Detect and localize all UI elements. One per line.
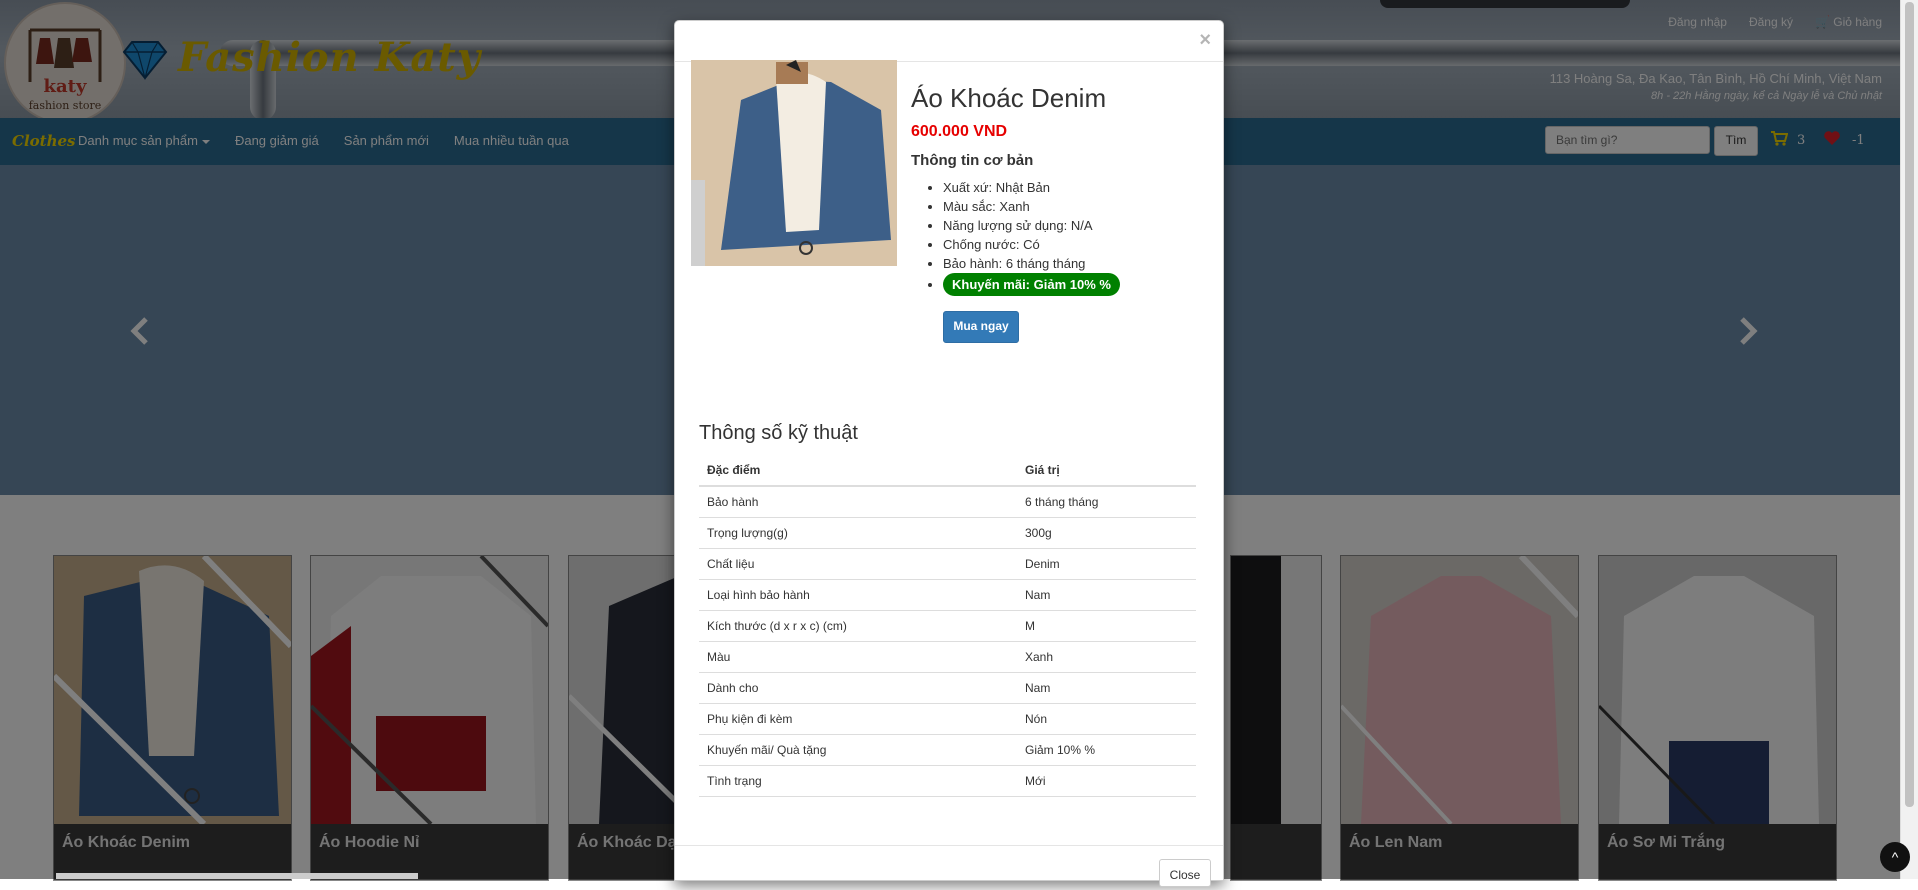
spec-value: Nam — [1017, 579, 1196, 611]
spec-value: Giảm 10% % — [1017, 734, 1196, 766]
spec-table: Đặc điểm Giá trị Bảo hành 6 tháng tháng T… — [699, 455, 1196, 797]
product-price: 600.000 VND — [911, 123, 1008, 140]
basic-info-item: Chống nước: Có — [943, 235, 1120, 254]
basic-info-item: Màu sắc: Xanh — [943, 197, 1120, 216]
product-detail-modal: × Áo Khoác Denim 600.000 VND Thông tin c… — [674, 20, 1224, 887]
spec-feature: Kích thước (d x r x c) (cm) — [699, 610, 1017, 642]
basic-info-item-promo: Khuyến mãi: Giảm 10% % — [943, 273, 1120, 296]
spec-row: Bảo hành 6 tháng tháng — [699, 486, 1196, 518]
basic-info-item: Bảo hành: 6 tháng tháng — [943, 254, 1120, 273]
spec-value: Denim — [1017, 548, 1196, 580]
scrollbar-thumb[interactable] — [1905, 2, 1914, 807]
spec-value: Nam — [1017, 672, 1196, 704]
spec-row: Phụ kiện đi kèm Nón — [699, 703, 1196, 735]
spec-row: Màu Xanh — [699, 641, 1196, 673]
spec-row: Trọng lượng(g) 300g — [699, 517, 1196, 549]
spec-row: Khuyến mãi/ Quà tặng Giảm 10% % — [699, 734, 1196, 766]
spec-feature: Dành cho — [699, 672, 1017, 704]
spec-row: Chất liệu Denim — [699, 548, 1196, 580]
close-button[interactable]: Close — [1159, 859, 1211, 887]
spec-feature: Màu — [699, 641, 1017, 673]
product-detail-image — [691, 60, 897, 266]
spec-title: Thông số kỹ thuật — [699, 422, 858, 444]
bottom-scroll-hint — [56, 873, 418, 879]
buy-now-button[interactable]: Mua ngay — [943, 311, 1019, 343]
spec-header-value: Giá trị — [1017, 455, 1196, 487]
close-icon[interactable]: × — [1199, 29, 1211, 52]
spec-feature: Loại hình bảo hành — [699, 579, 1017, 611]
spec-header-feature: Đặc điểm — [699, 455, 1017, 487]
basic-info-list: Xuất xứ: Nhật Bản Màu sắc: Xanh Năng lượ… — [927, 178, 1120, 296]
spec-value: Xanh — [1017, 641, 1196, 673]
spec-value: 300g — [1017, 517, 1196, 549]
spec-row: Tình trạng Mới — [699, 765, 1196, 797]
spec-feature: Bảo hành — [699, 486, 1017, 518]
page-scrollbar[interactable] — [1900, 0, 1918, 879]
spec-value: 6 tháng tháng — [1017, 486, 1196, 518]
basic-info-item: Năng lượng sử dụng: N/A — [943, 216, 1120, 235]
spec-row: Kích thước (d x r x c) (cm) M — [699, 610, 1196, 642]
spec-feature: Phụ kiện đi kèm — [699, 703, 1017, 735]
chat-widget-icon[interactable]: ^ — [1880, 842, 1910, 872]
product-name: Áo Khoác Denim — [911, 83, 1107, 113]
spec-feature: Trọng lượng(g) — [699, 517, 1017, 549]
spec-feature: Chất liệu — [699, 548, 1017, 580]
modal-header: × — [675, 21, 1223, 62]
jacket-image — [691, 60, 897, 266]
basic-info-item: Xuất xứ: Nhật Bản — [943, 178, 1120, 197]
spec-header-row: Đặc điểm Giá trị — [699, 455, 1196, 487]
basic-info-title: Thông tin cơ bản — [911, 152, 1034, 169]
promo-badge: Khuyến mãi: Giảm 10% % — [943, 273, 1120, 296]
spec-value: Nón — [1017, 703, 1196, 735]
spec-row: Dành cho Nam — [699, 672, 1196, 704]
spec-value: M — [1017, 610, 1196, 642]
spec-value: Mới — [1017, 765, 1196, 797]
spec-feature: Tình trạng — [699, 765, 1017, 797]
spec-row: Loại hình bảo hành Nam — [699, 579, 1196, 611]
spec-feature: Khuyến mãi/ Quà tặng — [699, 734, 1017, 766]
modal-footer: Close — [675, 845, 1223, 887]
